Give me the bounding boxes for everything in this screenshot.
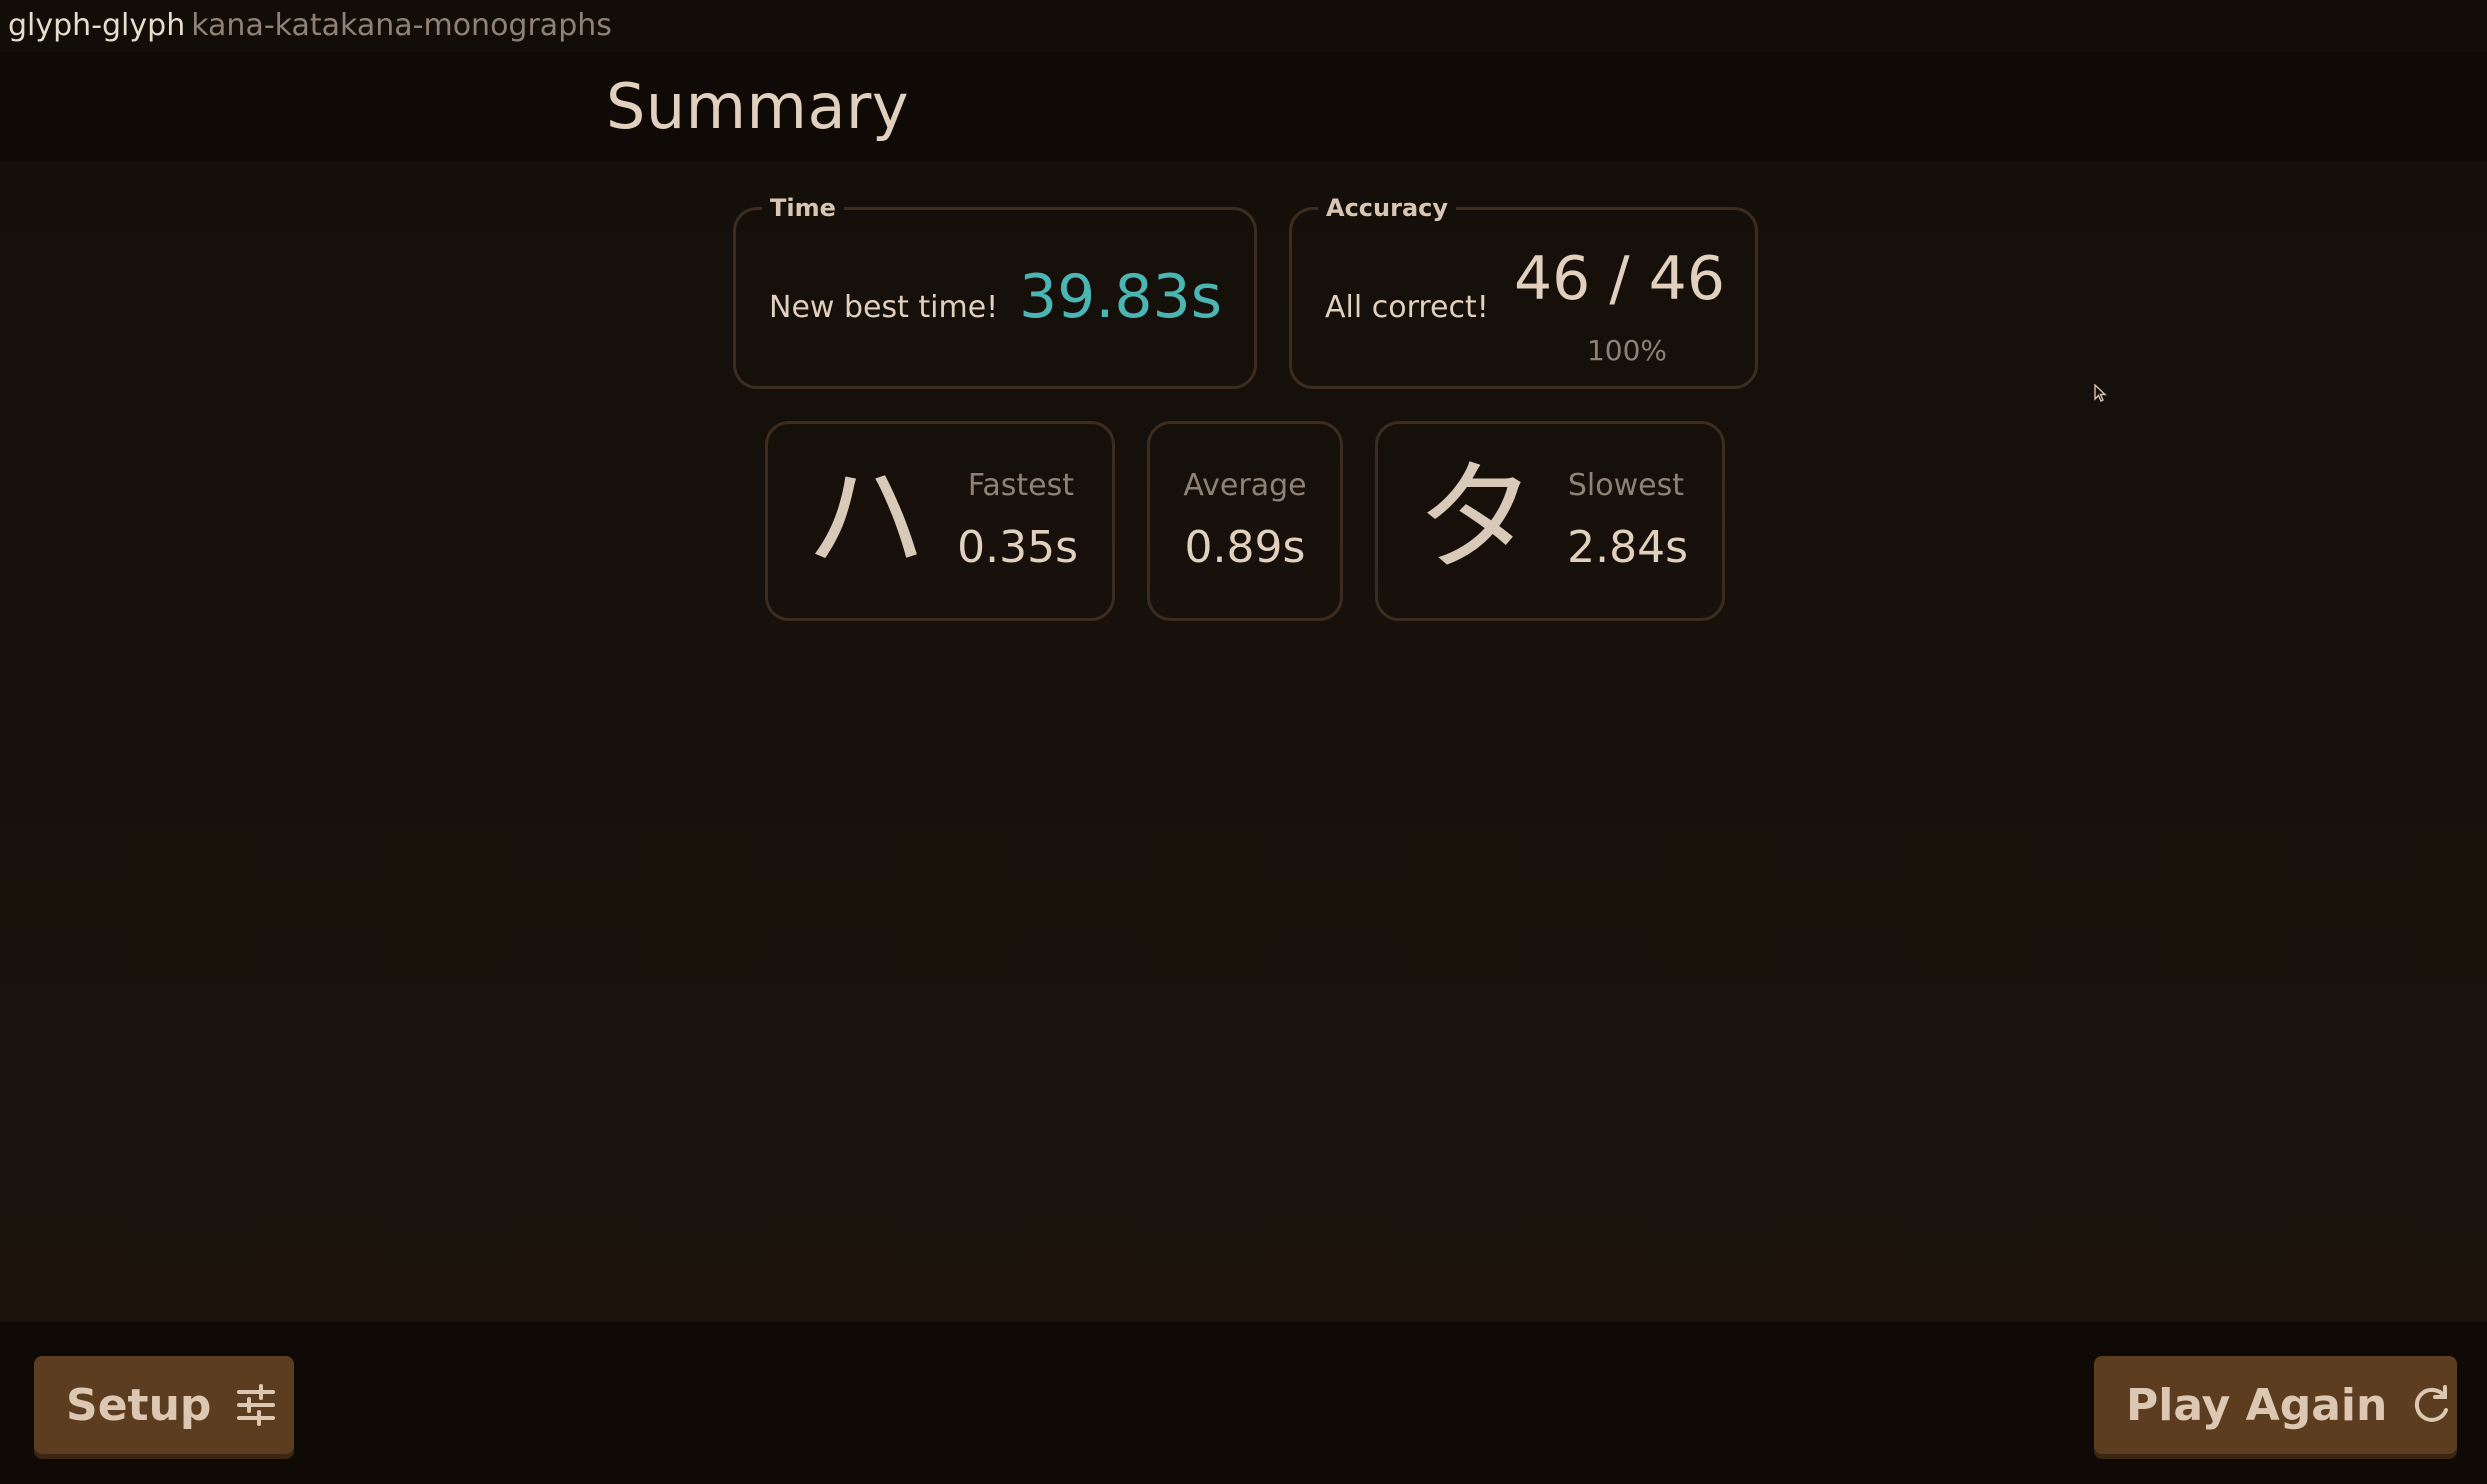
deck-name: kana-katakana-monographs [191, 8, 612, 43]
fastest-glyph: ハ [806, 449, 926, 588]
fastest-value: 0.35s [957, 522, 1078, 573]
page-title: Summary [606, 70, 910, 143]
accuracy-message: All correct! [1325, 290, 1489, 325]
slowest-value: 2.84s [1567, 522, 1688, 573]
accuracy-score: 46 / 46 [1513, 244, 1725, 314]
setup-label: Setup [66, 1379, 212, 1431]
fastest-card: ハ Fastest 0.35s [765, 421, 1115, 621]
footer-bar: Setup Play Again [0, 1322, 2487, 1484]
time-value: 39.83s [1018, 262, 1222, 332]
slowest-label: Slowest [1567, 468, 1684, 503]
accuracy-box: Accuracy All correct! 46 / 46 100% [1289, 194, 1758, 389]
fastest-label: Fastest [967, 468, 1074, 503]
accuracy-legend: Accuracy [1326, 194, 1449, 222]
page-header: Summary [0, 52, 2487, 162]
time-box: Time New best time! 39.83s [733, 194, 1257, 389]
setup-button[interactable]: Setup [34, 1356, 294, 1454]
play-again-label: Play Again [2126, 1379, 2388, 1431]
average-value: 0.89s [1184, 522, 1306, 573]
slowest-glyph: タ [1416, 449, 1536, 588]
app-name: glyph-glyph [8, 8, 186, 43]
window-titlebar: glyph-glyph kana-katakana-monographs [0, 0, 2487, 52]
mouse-cursor-icon [2094, 383, 2108, 408]
play-again-button[interactable]: Play Again [2094, 1356, 2457, 1454]
time-message: New best time! [769, 290, 999, 325]
slowest-card: タ Slowest 2.84s [1375, 421, 1725, 621]
accuracy-percent: 100% [1586, 334, 1667, 367]
summary-panel: Time New best time! 39.83s Accuracy All … [0, 162, 2487, 1322]
time-legend: Time [770, 194, 836, 222]
sliders-icon [235, 1384, 277, 1426]
refresh-icon [2411, 1384, 2453, 1426]
average-label: Average [1183, 468, 1307, 503]
average-card: Average 0.89s [1147, 421, 1343, 621]
